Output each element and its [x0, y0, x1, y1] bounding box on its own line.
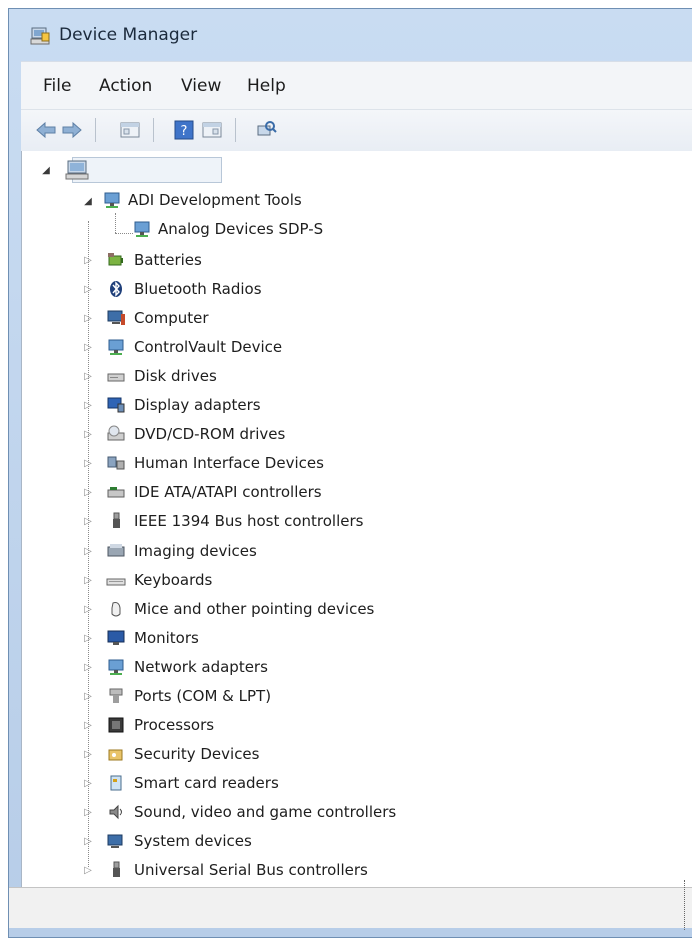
scan-hardware-icon[interactable]	[255, 120, 277, 140]
device-manager-window: Device Manager File Action View Help ? ◢…	[8, 8, 692, 938]
security-key-icon	[108, 749, 123, 761]
title-bar[interactable]: Device Manager	[9, 9, 692, 61]
network-device-icon	[108, 659, 124, 675]
svg-text:?: ?	[181, 124, 188, 139]
port-icon	[109, 688, 123, 703]
dvd-drive-icon	[107, 425, 125, 441]
menu-bar: File Action View Help	[21, 61, 692, 110]
tree-node-label[interactable]: Security Devices	[134, 745, 259, 763]
tree-node-label[interactable]: System devices	[134, 832, 252, 850]
expand-toggle[interactable]: ▷	[82, 691, 94, 702]
display-adapter-icon	[107, 397, 125, 413]
mouse-icon	[111, 602, 121, 617]
tree-node-label[interactable]: IEEE 1394 Bus host controllers	[134, 512, 363, 530]
tree-node-label[interactable]: Processors	[134, 716, 214, 734]
monitor-icon	[107, 630, 125, 645]
root-collapse-toggle[interactable]: ◢	[40, 165, 52, 176]
expand-toggle[interactable]: ▷	[82, 487, 94, 498]
properties-icon[interactable]	[201, 120, 223, 140]
tree-node-label[interactable]: ADI Development Tools	[128, 191, 302, 209]
system-device-icon	[107, 834, 123, 848]
tree-guide-line	[115, 213, 116, 233]
expand-toggle[interactable]: ▷	[82, 429, 94, 440]
tree-node-label[interactable]: Computer	[134, 309, 209, 327]
usb-plug-icon	[113, 512, 120, 528]
show-hide-tree-icon[interactable]	[119, 120, 141, 140]
expand-toggle[interactable]: ▷	[82, 313, 94, 324]
tree-node-label[interactable]: Sound, video and game controllers	[134, 803, 396, 821]
expand-toggle[interactable]: ▷	[82, 255, 94, 266]
tree-node-label[interactable]: Mice and other pointing devices	[134, 600, 374, 618]
device-manager-icon	[30, 27, 50, 45]
computer-root-icon	[65, 160, 89, 180]
toolbar-separator	[235, 118, 236, 142]
speaker-icon	[109, 804, 122, 820]
battery-icon	[108, 253, 123, 266]
tree-node-label[interactable]: Keyboards	[134, 571, 212, 589]
tree-node-label[interactable]: DVD/CD-ROM drives	[134, 425, 285, 443]
expand-toggle[interactable]: ▷	[82, 633, 94, 644]
network-device-icon	[108, 339, 124, 355]
toolbar: ?	[21, 109, 692, 153]
ide-controller-icon	[107, 487, 125, 498]
menu-view[interactable]: View	[181, 76, 221, 96]
tree-node-label[interactable]: Monitors	[134, 629, 199, 647]
tree-node-label[interactable]: Analog Devices SDP-S	[158, 220, 323, 238]
tree-node-label[interactable]: Bluetooth Radios	[134, 280, 262, 298]
menu-file[interactable]: File	[43, 76, 71, 96]
processor-icon	[108, 717, 124, 733]
root-node-selected[interactable]	[72, 157, 222, 183]
expand-toggle[interactable]: ▷	[82, 749, 94, 760]
tree-node-label[interactable]: Universal Serial Bus controllers	[134, 861, 368, 879]
expand-toggle[interactable]: ▷	[82, 604, 94, 615]
expand-toggle[interactable]: ▷	[82, 836, 94, 847]
tree-node-label[interactable]: Smart card readers	[134, 774, 279, 792]
tree-node-label[interactable]: Network adapters	[134, 658, 268, 676]
tree-node-label[interactable]: Disk drives	[134, 367, 217, 385]
status-bar	[9, 887, 692, 928]
tree-node-label[interactable]: Ports (COM & LPT)	[134, 687, 271, 705]
resize-grip[interactable]	[684, 880, 689, 930]
expand-toggle[interactable]: ▷	[82, 400, 94, 411]
expand-toggle[interactable]: ▷	[82, 516, 94, 527]
expand-toggle[interactable]: ▷	[82, 807, 94, 818]
back-arrow-icon[interactable]	[35, 120, 57, 140]
toolbar-separator	[95, 118, 96, 142]
scanner-icon	[107, 544, 125, 557]
expand-toggle[interactable]: ▷	[82, 575, 94, 586]
menu-action[interactable]: Action	[99, 76, 152, 96]
network-device-icon	[104, 192, 120, 208]
expand-toggle[interactable]: ▷	[82, 662, 94, 673]
menu-help[interactable]: Help	[247, 76, 286, 96]
tree-node-label[interactable]: Human Interface Devices	[134, 454, 324, 472]
tree-node-label[interactable]: IDE ATA/ATAPI controllers	[134, 483, 322, 501]
window-title: Device Manager	[59, 25, 198, 45]
keyboard-icon	[106, 578, 126, 586]
help-icon[interactable]: ?	[173, 120, 195, 140]
tree-node-label[interactable]: Imaging devices	[134, 542, 257, 560]
smart-card-icon	[110, 775, 122, 791]
expand-toggle[interactable]: ▷	[82, 720, 94, 731]
hid-icon	[107, 456, 125, 470]
tree-node-label[interactable]: ControlVault Device	[134, 338, 282, 356]
expand-toggle[interactable]: ▷	[82, 546, 94, 557]
usb-plug-icon	[113, 861, 120, 877]
expand-toggle[interactable]: ▷	[82, 458, 94, 469]
computer-icon	[107, 310, 125, 325]
forward-arrow-icon[interactable]	[61, 120, 83, 140]
tree-node-label[interactable]: Batteries	[134, 251, 202, 269]
collapse-toggle[interactable]: ◢	[82, 196, 94, 207]
expand-toggle[interactable]: ▷	[82, 865, 94, 876]
tree-guide-line	[115, 233, 133, 234]
bluetooth-icon	[110, 281, 122, 297]
network-device-icon	[134, 221, 150, 237]
disk-drive-icon	[107, 373, 125, 382]
expand-toggle[interactable]: ▷	[82, 371, 94, 382]
expand-toggle[interactable]: ▷	[82, 284, 94, 295]
expand-toggle[interactable]: ▷	[82, 342, 94, 353]
expand-toggle[interactable]: ▷	[82, 778, 94, 789]
device-tree: ◢ ◢ ADI Development Tools Analog Devices…	[21, 151, 692, 887]
tree-node-label[interactable]: Display adapters	[134, 396, 261, 414]
toolbar-separator	[153, 118, 154, 142]
